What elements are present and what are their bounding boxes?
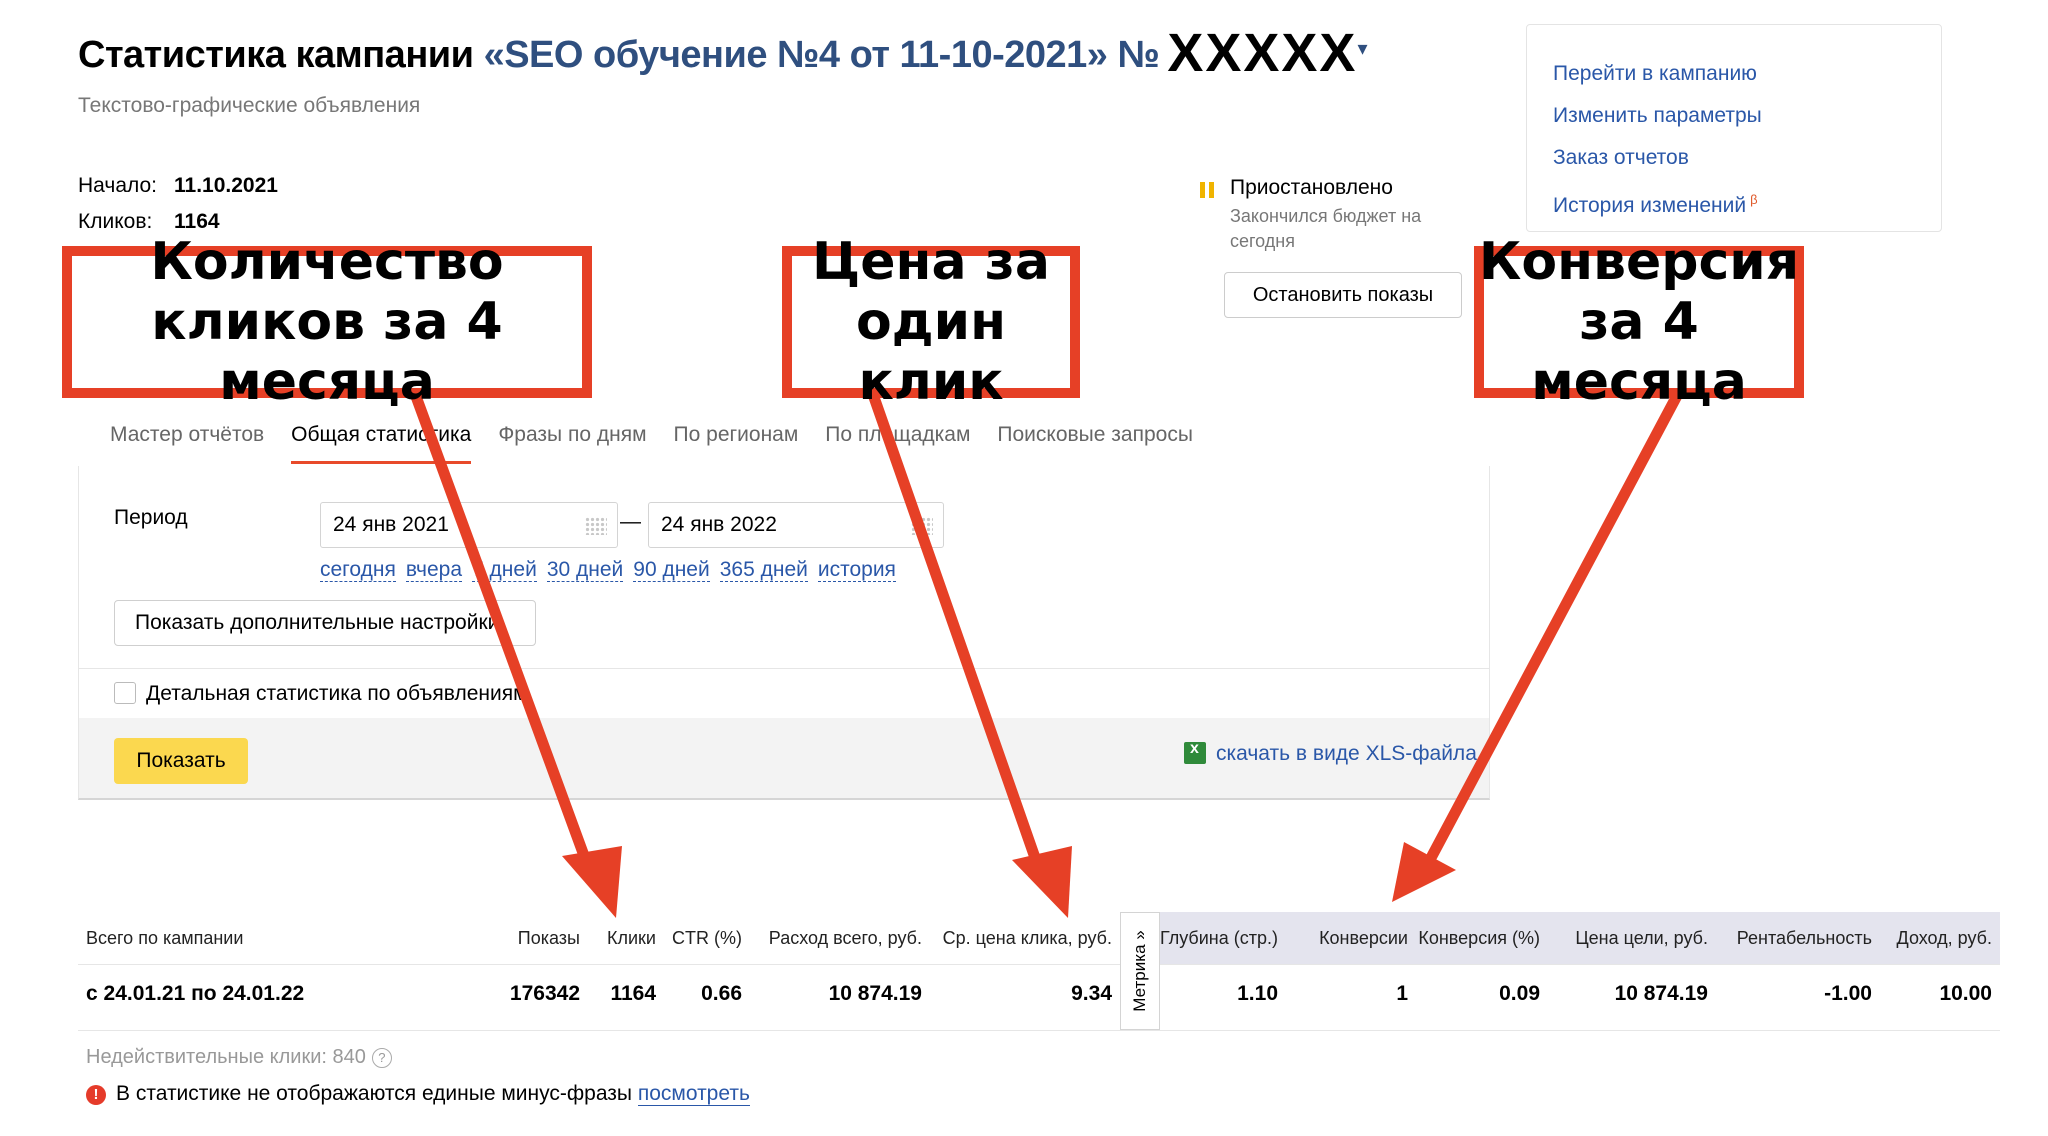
table-header: Всего по кампании: [86, 928, 244, 948]
tab-by-platforms[interactable]: По площадкам: [825, 420, 970, 464]
minus-phrases-warning: ! В статистике не отображаются единые мин…: [86, 1082, 750, 1106]
arrow-head-clicks: [562, 846, 622, 918]
date-from-input[interactable]: 24 янв 2021: [320, 502, 618, 548]
table-divider: [78, 964, 2000, 965]
show-button[interactable]: Показать: [114, 738, 248, 784]
stats-tabs: Мастер отчётов Общая статистика Фразы по…: [110, 420, 1220, 466]
period-today[interactable]: сегодня: [320, 558, 396, 582]
table-header[interactable]: CTR (%): [672, 928, 742, 949]
status-reason: Закончился бюджет на сегодня: [1230, 206, 1422, 251]
table-cell: с 24.01.21 по 24.01.22: [86, 982, 305, 1005]
warning-icon: !: [86, 1085, 106, 1105]
annotation-clicks: Количество кликов за 4 месяца: [62, 232, 592, 412]
pause-icon: [1200, 182, 1214, 198]
table-cell: 1.10: [1237, 982, 1278, 1005]
table-header[interactable]: Рентабельность: [1737, 928, 1872, 949]
table-header[interactable]: Расход всего, руб.: [769, 928, 922, 949]
stop-ads-button[interactable]: Остановить показы: [1224, 272, 1462, 318]
calendar-icon[interactable]: [911, 517, 933, 535]
table-cell: -1.00: [1824, 982, 1872, 1005]
campaign-type: Текстово-графические объявления: [78, 94, 421, 117]
period-7-days[interactable]: 7 дней: [472, 558, 537, 582]
campaign-dropdown-icon[interactable]: ▾: [1357, 38, 1367, 60]
table-cell: 0.09: [1499, 982, 1540, 1005]
change-history-link[interactable]: История изменений β: [1553, 179, 1915, 221]
arrow-head-cpc: [1012, 846, 1072, 918]
tab-by-regions[interactable]: По регионам: [674, 420, 799, 464]
tab-general-stats[interactable]: Общая статистика: [291, 420, 472, 464]
beta-badge: β: [1750, 192, 1758, 207]
period-yesterday[interactable]: вчера: [405, 558, 463, 582]
table-header[interactable]: Глубина (стр.): [1160, 928, 1278, 949]
table-header[interactable]: Конверсии: [1319, 928, 1408, 949]
table-divider: [78, 1030, 2000, 1031]
table-header[interactable]: Клики: [607, 928, 656, 949]
arrow-head-conversion: [1392, 842, 1456, 902]
help-icon[interactable]: ?: [371, 1048, 392, 1068]
campaign-status: Приостановлено Закончился бюджет на сего…: [1200, 176, 1460, 254]
clicks-total: Кликов: 1164: [78, 210, 220, 233]
date-separator: —: [620, 510, 641, 533]
table-header[interactable]: Цена цели, руб.: [1575, 928, 1708, 949]
period-30-days[interactable]: 30 дней: [546, 558, 624, 582]
detail-stats-checkbox[interactable]: [114, 682, 136, 704]
table-header[interactable]: Ср. цена клика, руб.: [943, 928, 1112, 949]
period-history[interactable]: история: [817, 558, 896, 582]
more-settings-button[interactable]: Показать дополнительные настройки: [114, 600, 536, 646]
table-header[interactable]: Конверсия (%): [1418, 928, 1540, 949]
status-title: Приостановлено: [1230, 176, 1393, 199]
download-xls-link[interactable]: скачать в виде XLS-файла: [1184, 740, 1477, 766]
period-365-days[interactable]: 365 дней: [719, 558, 808, 582]
table-cell: 10.00: [1939, 982, 1992, 1005]
table-header[interactable]: Показы: [518, 928, 580, 949]
tab-report-wizard[interactable]: Мастер отчётов: [110, 420, 264, 464]
annotation-conversion: Конверсия за 4 месяца: [1474, 232, 1804, 412]
tab-search-queries[interactable]: Поисковые запросы: [997, 420, 1193, 464]
tab-phrases-by-day[interactable]: Фразы по дням: [498, 420, 646, 464]
campaign-actions-menu: Перейти в кампанию Изменить параметры За…: [1526, 24, 1942, 232]
table-cell: 9.34: [1071, 982, 1112, 1005]
title-prefix: Статистика кампании: [78, 34, 484, 76]
edit-params-link[interactable]: Изменить параметры: [1553, 95, 1915, 137]
campaign-number-masked: XXXXX: [1167, 23, 1358, 83]
go-to-campaign-link[interactable]: Перейти в кампанию: [1553, 53, 1915, 95]
table-cell: 176342: [509, 982, 580, 1005]
table-cell: 10 874.19: [1614, 982, 1708, 1005]
metrika-toggle[interactable]: Метрика »: [1120, 912, 1160, 1030]
quick-periods: сегодня вчера 7 дней 30 дней 90 дней 365 дней…: [320, 558, 906, 582]
table-cell: 1164: [610, 982, 656, 1005]
date-to-input[interactable]: 24 янв 2022: [648, 502, 944, 548]
period-label: Период: [114, 506, 188, 529]
panel-divider: [79, 668, 1489, 669]
table-cell: 1: [1396, 982, 1408, 1005]
invalid-clicks: Недействительные клики: 840?: [86, 1046, 392, 1069]
arrow-heads: [562, 842, 1456, 918]
detail-stats-option[interactable]: Детальная статистика по объявлениям: [114, 682, 528, 706]
calendar-icon[interactable]: [585, 517, 607, 535]
start-date: Начало: 11.10.2021: [78, 174, 278, 197]
campaign-name: «SEO обучение №4 от 11-10-2021» №: [483, 34, 1160, 76]
page-title: Статистика кампании «SEO обучение №4 от …: [78, 22, 1367, 84]
annotation-cpc: Цена за один клик: [782, 232, 1080, 412]
excel-icon: [1184, 740, 1206, 764]
table-cell: 10 874.19: [828, 982, 922, 1005]
order-reports-link[interactable]: Заказ отчетов: [1553, 137, 1915, 179]
view-minus-phrases-link[interactable]: посмотреть: [637, 1082, 750, 1106]
period-90-days[interactable]: 90 дней: [633, 558, 710, 582]
table-header[interactable]: Доход, руб.: [1897, 928, 1992, 949]
table-cell: 0.66: [701, 982, 742, 1005]
